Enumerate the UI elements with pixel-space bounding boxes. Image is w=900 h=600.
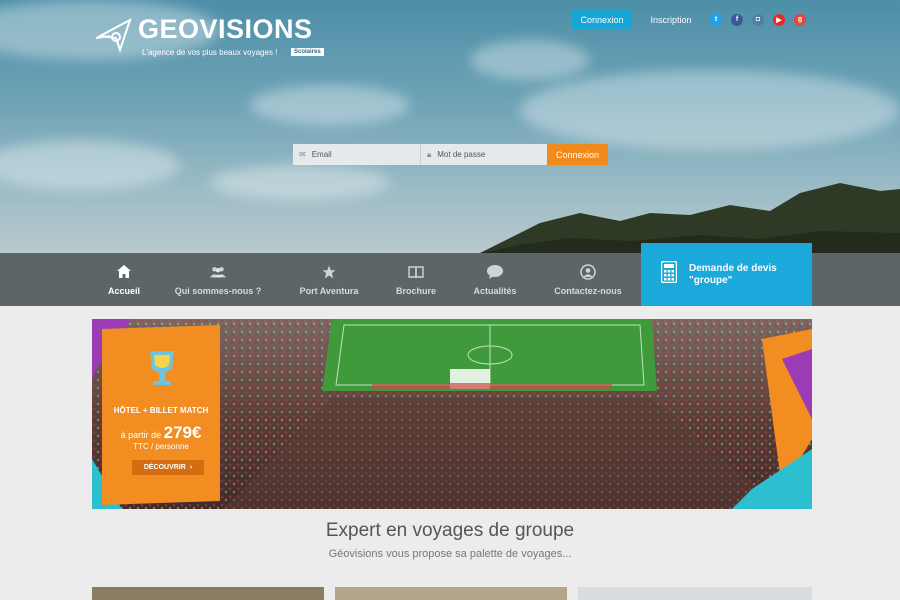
nav-label: Qui sommes-nous ? [174, 285, 262, 296]
facebook-icon[interactable]: f [731, 13, 743, 26]
envelope-icon: ✉ [299, 150, 306, 159]
brand-badge: Scolaires [291, 48, 324, 56]
quote-line-2: "groupe" [689, 274, 733, 286]
cloud [520, 70, 900, 150]
password-placeholder: Mot de passe [437, 150, 486, 159]
section-subtitle: Géovisions vous propose sa palette de vo… [328, 548, 572, 560]
discover-button[interactable]: DÉCOUVRIR › [132, 460, 204, 475]
calculator-icon [660, 260, 678, 288]
promo-from-label: à partir de [120, 430, 162, 440]
youtube-icon[interactable]: ▶ [773, 13, 785, 26]
password-field[interactable]: 🔒︎ Mot de passe [420, 144, 547, 165]
promo-price: 279€ [163, 423, 202, 442]
lock-icon: 🔒︎ [427, 149, 432, 159]
email-placeholder: Email [311, 150, 332, 159]
top-bar: Connexion Inscription t f ◘ ▶ g [572, 9, 815, 30]
promo-price-note: TTC / personne [133, 442, 189, 451]
quote-request-label: Demande de devis "groupe" [689, 263, 777, 287]
book-icon [408, 264, 424, 280]
cloud [210, 165, 390, 200]
login-submit-button[interactable]: Connexion [547, 144, 608, 165]
chevron-right-icon: › [189, 464, 193, 471]
thumbnail[interactable] [335, 587, 567, 600]
cloud [470, 40, 590, 80]
nav-label: Accueil [107, 285, 140, 296]
team-icon [210, 264, 226, 280]
nav-item-qui-sommes-nous[interactable]: Qui sommes-nous ? [168, 253, 268, 306]
discover-label: DÉCOUVRIR [143, 464, 186, 471]
quote-request-button[interactable]: Demande de devis "groupe" [641, 243, 812, 306]
brand-name: GEOVISIONS [138, 14, 313, 44]
promo-title: HÔTEL + BILLET MATCH [113, 406, 209, 415]
nav-label: Contactez-nous [554, 285, 622, 296]
trophy-logo-icon [150, 351, 174, 385]
nav-item-actualites[interactable]: Actualités [466, 253, 524, 306]
cloud [250, 85, 410, 125]
twitter-icon[interactable]: t [710, 13, 722, 26]
login-button[interactable]: Connexion [572, 9, 632, 30]
thumbnail[interactable] [92, 587, 324, 600]
google-plus-icon[interactable]: g [794, 13, 806, 26]
instagram-icon[interactable]: ◘ [752, 13, 764, 26]
nav-label: Port Aventura [299, 285, 359, 296]
promo-from: à partir de 279€ [102, 423, 220, 443]
promo-card: HÔTEL + BILLET MATCH à partir de 279€ TT… [102, 319, 220, 509]
nav-label: Actualités [473, 285, 517, 296]
speech-bubble-icon [487, 264, 503, 280]
brand-tagline: L'agence de vos plus beaux voyages ! [142, 48, 278, 57]
nav-item-brochure[interactable]: Brochure [388, 253, 444, 306]
thumbnail-row [92, 587, 812, 600]
home-icon [116, 264, 132, 280]
nav-item-port-aventura[interactable]: Port Aventura [290, 253, 368, 306]
quote-line-1: Demande de devis [689, 262, 777, 274]
thumbnail[interactable] [578, 587, 812, 600]
email-field[interactable]: ✉ Email [293, 144, 420, 165]
nav-label: Brochure [395, 285, 436, 296]
signup-button[interactable]: Inscription [632, 9, 710, 30]
section-title: Expert en voyages de groupe [325, 520, 575, 541]
contact-icon [580, 263, 596, 280]
nav-item-contactez-nous[interactable]: Contactez-nous [548, 253, 628, 306]
promo-banner[interactable]: HÔTEL + BILLET MATCH à partir de 279€ TT… [92, 319, 812, 509]
nav-item-accueil[interactable]: Accueil [97, 253, 151, 306]
star-icon [321, 264, 337, 280]
cloud [0, 140, 180, 190]
compass-logo-icon [96, 17, 132, 54]
hero-banner: GEOVISIONS L'agence de vos plus beaux vo… [0, 0, 900, 253]
login-form: ✉ Email 🔒︎ Mot de passe Connexion [293, 144, 608, 165]
